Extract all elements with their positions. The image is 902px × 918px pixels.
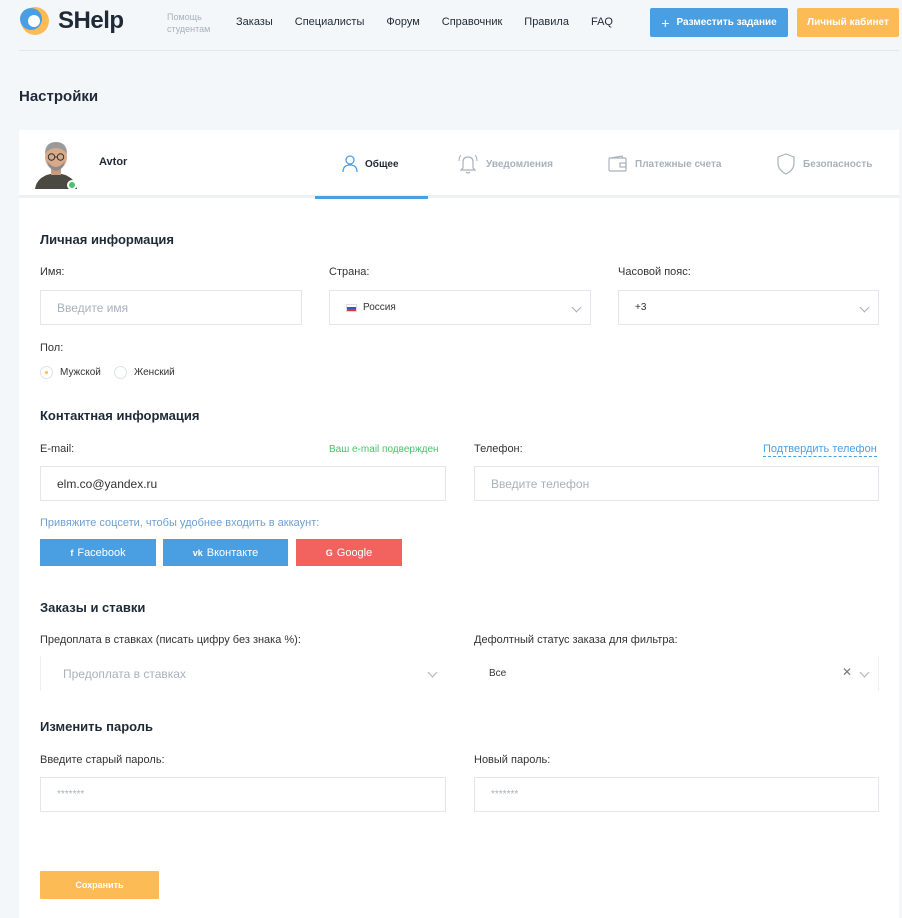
status-filter-select[interactable]: Все ✕ <box>474 656 879 691</box>
tab-label: Платежные счета <box>635 158 722 170</box>
vk-label: Вконтакте <box>206 546 259 559</box>
online-status-dot <box>67 180 77 190</box>
google-label: Google <box>336 546 373 559</box>
user-icon <box>342 155 358 173</box>
tab-security[interactable]: Безопасность <box>776 130 872 198</box>
gender-female-label: Женский <box>134 367 175 378</box>
phone-field[interactable] <box>474 466 879 501</box>
tagline: Помощь студентам <box>167 12 211 34</box>
confirm-phone-link[interactable]: Подтвердить телефон <box>763 443 877 457</box>
password-section-title: Изменить пароль <box>40 719 154 734</box>
old-password-field[interactable]: ******* <box>40 777 446 812</box>
gender-male-label: Мужской <box>60 367 101 378</box>
vk-button[interactable]: vk Вконтакте <box>163 539 288 566</box>
nav-orders[interactable]: Заказы <box>236 16 273 28</box>
wallet-icon <box>608 155 627 172</box>
vk-icon: vk <box>192 547 203 558</box>
timezone-select[interactable]: +3 <box>618 290 879 325</box>
header-divider <box>19 50 899 51</box>
nav-specialists[interactable]: Специалисты <box>295 16 365 28</box>
radio-circle[interactable] <box>40 366 53 379</box>
prepay-placeholder: Предоплата в ставках <box>63 666 186 681</box>
tab-general[interactable]: Общее <box>342 130 399 198</box>
personal-info-title: Личная информация <box>40 232 174 247</box>
top-header: SHelp Помощь студентам Заказы Специалист… <box>0 0 902 50</box>
email-verified-status: Ваш e-mail подвержден <box>329 444 439 455</box>
tab-label: Уведомления <box>486 158 553 170</box>
nav-rules[interactable]: Правила <box>524 16 569 28</box>
shield-icon <box>777 153 795 175</box>
phone-input[interactable] <box>491 476 878 491</box>
name-label: Имя: <box>40 266 65 278</box>
name-field[interactable] <box>40 290 302 325</box>
status-filter-value: Все <box>489 668 507 679</box>
chevron-down-icon <box>859 302 870 313</box>
active-tab-indicator <box>315 196 428 199</box>
tab-label: Безопасность <box>803 158 873 170</box>
plus-icon: + <box>661 14 670 31</box>
status-filter-label: Дефолтный статус заказа для фильтра: <box>474 634 678 646</box>
google-button[interactable]: G Google <box>296 539 402 566</box>
google-icon: G <box>325 547 333 558</box>
main-nav: Заказы Специалисты Форум Справочник Прав… <box>236 16 635 28</box>
facebook-icon: f <box>70 547 74 558</box>
username: Avtor <box>99 156 128 168</box>
bell-icon <box>458 154 478 174</box>
tab-payment-accounts[interactable]: Платежные счета <box>608 130 721 198</box>
country-select[interactable]: Россия <box>329 290 591 325</box>
tab-notifications[interactable]: Уведомления <box>457 130 553 198</box>
email-input[interactable] <box>57 476 445 491</box>
cabinet-button[interactable]: Личный кабинет <box>797 8 899 37</box>
logo-text: SHelp <box>58 7 124 34</box>
chevron-down-icon <box>859 667 870 678</box>
old-password-label: Введите старый пароль: <box>40 754 165 766</box>
gender-female-radio[interactable]: Женский <box>114 366 175 379</box>
timezone-value: +3 <box>635 302 647 313</box>
new-password-field[interactable]: ******* <box>474 777 879 812</box>
gender-label: Пол: <box>40 342 64 354</box>
country-label: Страна: <box>329 266 370 278</box>
email-label: E-mail: <box>40 443 75 455</box>
facebook-label: Facebook <box>77 546 126 559</box>
timezone-label: Часовой пояс: <box>618 266 691 278</box>
chevron-down-icon <box>571 302 582 313</box>
logo-icon <box>18 5 50 37</box>
name-input[interactable] <box>57 300 301 315</box>
save-button[interactable]: Сохранить <box>40 871 159 899</box>
facebook-button[interactable]: f Facebook <box>40 539 156 566</box>
prepay-select[interactable]: Предоплата в ставках <box>40 656 446 691</box>
tab-label: Общее <box>365 158 399 170</box>
nav-forum[interactable]: Форум <box>386 16 419 28</box>
nav-reference[interactable]: Справочник <box>442 16 503 28</box>
new-password-label: Новый пароль: <box>474 754 551 766</box>
settings-card: Avtor Общее Уведомления Платежные счета … <box>19 130 899 918</box>
contact-info-title: Контактная информация <box>40 408 200 423</box>
logo[interactable]: SHelp <box>18 5 126 37</box>
social-hint: Привяжите соцсети, чтобы удобнее входить… <box>40 517 320 529</box>
country-value: Россия <box>363 302 396 313</box>
email-field[interactable] <box>40 466 446 501</box>
radio-circle[interactable] <box>114 366 127 379</box>
post-task-label: Разместить задание <box>676 17 777 28</box>
russia-flag-icon <box>346 303 357 312</box>
post-task-button[interactable]: + Разместить задание <box>650 8 788 37</box>
profile-bar: Avtor Общее Уведомления Платежные счета … <box>19 130 899 199</box>
new-password-value: ******* <box>491 789 519 800</box>
orders-section-title: Заказы и ставки <box>40 600 146 615</box>
prepay-label: Предоплата в ставках (писать цифру без з… <box>40 634 301 646</box>
chevron-down-icon <box>427 667 438 678</box>
page-title: Настройки <box>19 88 99 105</box>
phone-label: Телефон: <box>474 443 523 455</box>
clear-icon[interactable]: ✕ <box>842 665 852 679</box>
gender-male-radio[interactable]: Мужской <box>40 366 101 379</box>
nav-faq[interactable]: FAQ <box>591 16 613 28</box>
old-password-value: ******* <box>57 789 85 800</box>
